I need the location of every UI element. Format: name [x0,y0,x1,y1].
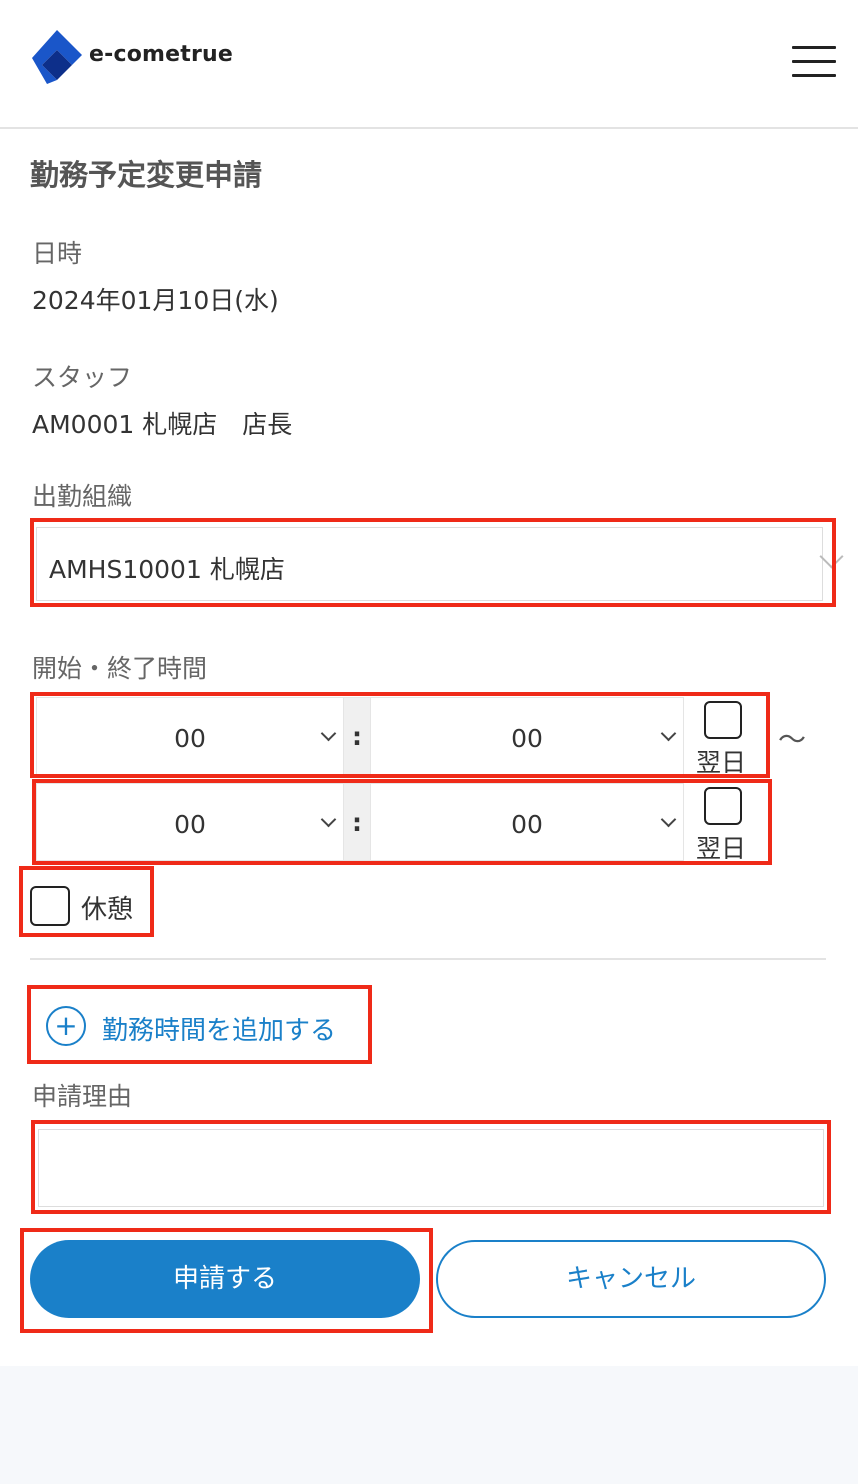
range-tilde: 〜 [778,723,807,756]
hamburger-menu-icon[interactable] [792,46,836,80]
org-select[interactable]: AMHS10001 札幌店 [36,527,844,601]
start-hour-select[interactable]: 00 [36,697,344,775]
staff-label: スタッフ [32,363,133,392]
date-value: 2024年01月10日(水) [32,286,279,315]
start-time-row: 00 : 00 翌日 [36,697,767,777]
page-title: 勤務予定変更申請 [30,158,263,192]
page: e-cometrue 勤務予定変更申請 日時 2024年01月10日(水) スタ… [0,0,858,1366]
submit-button[interactable]: 申請する [30,1240,420,1318]
end-time-row: 00 : 00 翌日 [36,783,767,863]
end-next-day: 翌日 [688,783,756,863]
end-hour-select[interactable]: 00 [36,783,344,861]
reason-input[interactable] [38,1129,824,1207]
app-header: e-cometrue [0,0,858,129]
logo-text: e-cometrue [89,42,234,67]
org-select-value: AMHS10001 札幌店 [49,555,285,584]
start-next-day-checkbox[interactable] [704,701,742,739]
chevron-down-icon [819,544,844,569]
break-checkbox[interactable] [30,886,70,926]
end-hour-value: 00 [174,810,206,839]
logo-icon [32,30,82,84]
start-minute-value: 00 [511,724,543,753]
start-hour-value: 00 [174,724,206,753]
org-label: 出勤組織 [32,482,133,511]
plus-circle-icon: + [46,1006,86,1046]
cancel-button[interactable]: キャンセル [436,1240,826,1318]
time-separator: : [344,783,370,861]
start-minute-select[interactable]: 00 [370,697,684,775]
end-next-day-checkbox[interactable] [704,787,742,825]
end-minute-value: 00 [511,810,543,839]
divider [30,958,826,960]
reason-label: 申請理由 [32,1082,133,1111]
time-separator: : [344,697,370,775]
end-minute-select[interactable]: 00 [370,783,684,861]
time-label: 開始・終了時間 [32,654,208,683]
add-work-time-label: 勤務時間を追加する [102,1016,337,1046]
date-label: 日時 [32,239,83,268]
start-next-day-label: 翌日 [696,748,747,777]
end-next-day-label: 翌日 [696,834,747,863]
staff-value: AM0001 札幌店 店長 [32,410,293,439]
break-label: 休憩 [81,895,134,925]
start-next-day: 翌日 [688,697,756,777]
